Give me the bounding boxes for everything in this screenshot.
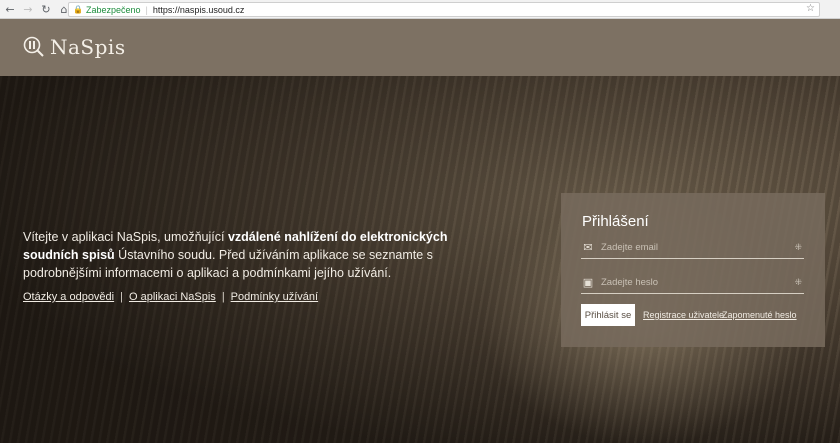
site-logo[interactable]: NaSpis: [22, 35, 126, 59]
autofill-icon[interactable]: ⁜: [794, 278, 802, 288]
faq-link[interactable]: Otázky a odpovědi: [23, 291, 114, 303]
secure-label: Zabezpečeno: [85, 4, 141, 15]
lock-icon: 🔒: [73, 5, 83, 14]
address-separator: |: [145, 4, 148, 15]
star-icon[interactable]: ☆: [806, 3, 815, 14]
reload-icon[interactable]: ↻: [38, 1, 54, 17]
info-links: Otázky a odpovědi | O aplikaci NaSpis | …: [23, 291, 318, 303]
link-separator: |: [221, 291, 225, 303]
logo-text: NaSpis: [50, 35, 126, 59]
login-button[interactable]: Přihlásit se: [581, 304, 635, 326]
login-title: Přihlášení: [582, 213, 649, 230]
link-separator: |: [120, 291, 123, 303]
terms-link[interactable]: Podmínky užívání: [231, 291, 318, 303]
envelope-icon: ✉: [583, 241, 593, 254]
intro-text: Vítejte v aplikaci NaSpis, umožňující vz…: [23, 228, 463, 282]
back-icon[interactable]: ←: [2, 1, 18, 17]
email-input[interactable]: [601, 242, 795, 253]
password-field[interactable]: ▣ ⁜: [581, 272, 804, 294]
address-bar[interactable]: 🔒 Zabezpečeno | https://naspis.usoud.cz …: [68, 2, 820, 17]
intro-text-before: Vítejte v aplikaci NaSpis, umožňující: [23, 230, 228, 244]
browser-toolbar: ← → ↻ ⌂ 🔒 Zabezpečeno | https://naspis.u…: [0, 0, 840, 19]
site-header: NaSpis: [0, 19, 840, 76]
magnifier-logo-icon: [23, 36, 44, 57]
email-field[interactable]: ✉ ⁜: [581, 237, 804, 259]
register-link[interactable]: Registrace uživatele: [643, 310, 724, 320]
forward-icon[interactable]: →: [20, 1, 36, 17]
password-input[interactable]: [601, 277, 795, 288]
url-text[interactable]: https://naspis.usoud.cz: [153, 5, 245, 15]
briefcase-icon: ▣: [582, 276, 594, 289]
about-link[interactable]: O aplikaci NaSpis: [129, 291, 216, 303]
forgot-password-link[interactable]: Zapomenuté heslo: [722, 310, 797, 320]
autofill-icon[interactable]: ⁜: [794, 243, 802, 253]
